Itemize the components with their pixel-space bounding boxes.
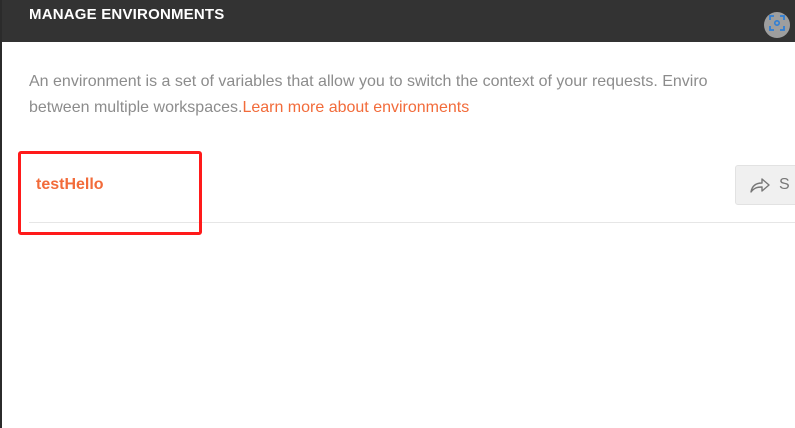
environment-row: testHello S [29, 160, 795, 223]
environments-description: An environment is a set of variables tha… [29, 69, 795, 121]
modal-header: MANAGE ENVIRONMENTS [0, 0, 795, 42]
modal-title: MANAGE ENVIRONMENTS [29, 6, 225, 23]
screen-capture-icon [769, 14, 785, 36]
environment-name-link[interactable]: testHello [36, 176, 104, 194]
share-button-label: S [779, 176, 790, 193]
description-line-1: An environment is a set of variables tha… [29, 73, 708, 90]
description-line-2: between multiple workspaces.Learn more a… [29, 95, 795, 121]
manage-environments-modal: MANAGE ENVIRONMENTS An environment is a … [0, 0, 795, 428]
share-arrow-icon [749, 176, 771, 194]
window-left-border [0, 0, 2, 428]
description-line-2-text: between multiple workspaces. [29, 99, 243, 116]
screen-capture-button[interactable] [764, 12, 790, 38]
share-environment-button[interactable]: S [735, 165, 795, 205]
learn-more-link[interactable]: Learn more about environments [242, 99, 469, 116]
